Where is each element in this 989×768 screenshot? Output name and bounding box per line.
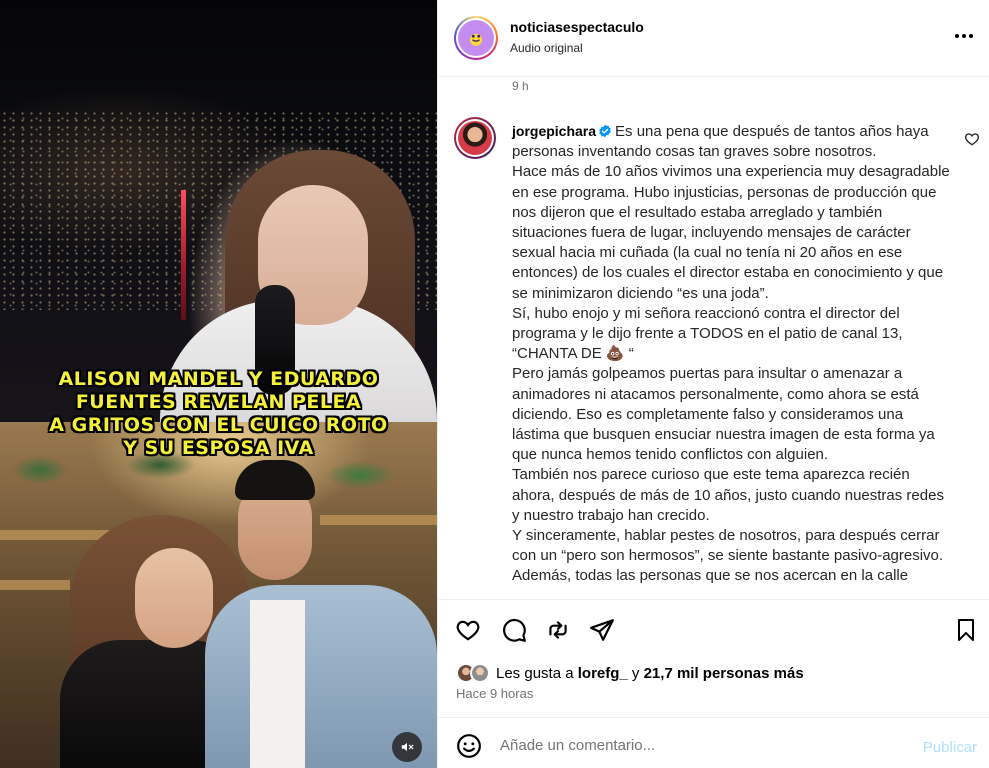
caption-line: A GRITOS CON EL CUICO ROTO [49,414,388,436]
repost-icon [549,621,567,639]
more-options-icon [955,34,973,38]
publish-button[interactable]: Publicar [923,739,977,756]
shelf [0,580,70,590]
comment-input[interactable] [500,731,900,759]
commenter-avatar[interactable] [454,117,496,159]
likes-prefix: Les gusta a [496,664,578,682]
share-icon [590,619,614,641]
comments-section[interactable]: 9 h jorgepichara Es una pena que después … [438,77,989,599]
video-caption: ALISON MANDEL Y EDUARDO FUENTES REVELAN … [0,368,437,460]
mute-button[interactable] [392,732,422,762]
like-button[interactable] [454,616,482,644]
verified-badge-icon [599,124,611,138]
man-shirt [250,600,305,768]
comment-icon [503,618,526,642]
caption-line: Y SU ESPOSA IVA [123,437,314,459]
repost-button[interactable] [544,616,572,644]
comment-like-icon[interactable] [964,131,980,147]
liker-avatar [470,663,490,683]
likes-summary[interactable]: Les gusta a lorefg_ y 21,7 mil personas … [456,661,804,685]
save-button[interactable] [952,616,980,644]
shelf [320,515,437,525]
avatar-image [458,20,494,56]
more-options-button[interactable] [952,24,976,48]
comment-button[interactable] [500,616,528,644]
post-media[interactable]: ALISON MANDEL Y EDUARDO FUENTES REVELAN … [0,0,437,768]
liker-username[interactable]: lorefg_ [578,665,628,682]
account-avatar[interactable] [454,16,498,60]
avatar-image [458,121,492,155]
tower-light [181,190,186,320]
post-panel: noticiasespectaculo Audio original 9 h j… [437,0,989,768]
smiley-icon [471,34,481,42]
previous-comment-time: 9 h [512,79,529,93]
comment-text: Es una pena que después de tantos años h… [512,123,950,585]
emoji-icon[interactable] [456,733,482,759]
caption-line: ALISON MANDEL Y EDUARDO [58,368,379,390]
post-timestamp[interactable]: Hace 9 horas [456,686,533,701]
bookmark-icon [958,619,974,641]
share-button[interactable] [588,616,616,644]
caption-line: FUENTES REVELAN PELEA [75,391,362,413]
likes-count[interactable]: 21,7 mil personas más [644,665,804,682]
heart-icon [456,620,480,641]
likes-connector: y [627,664,644,682]
likes-text: Les gusta a lorefg_ y 21,7 mil personas … [496,665,804,682]
commenter-username[interactable]: jorgepichara [512,123,596,139]
add-comment-bar: Publicar [438,717,989,768]
comment-body: jorgepichara Es una pena que después de t… [512,121,952,587]
woman-2-face [135,548,213,648]
audio-label[interactable]: Audio original [510,41,583,55]
post-header: noticiasespectaculo Audio original [438,0,989,77]
account-username[interactable]: noticiasespectaculo [510,19,644,35]
speaker-muted-icon [401,742,414,752]
post-actions [438,599,989,659]
